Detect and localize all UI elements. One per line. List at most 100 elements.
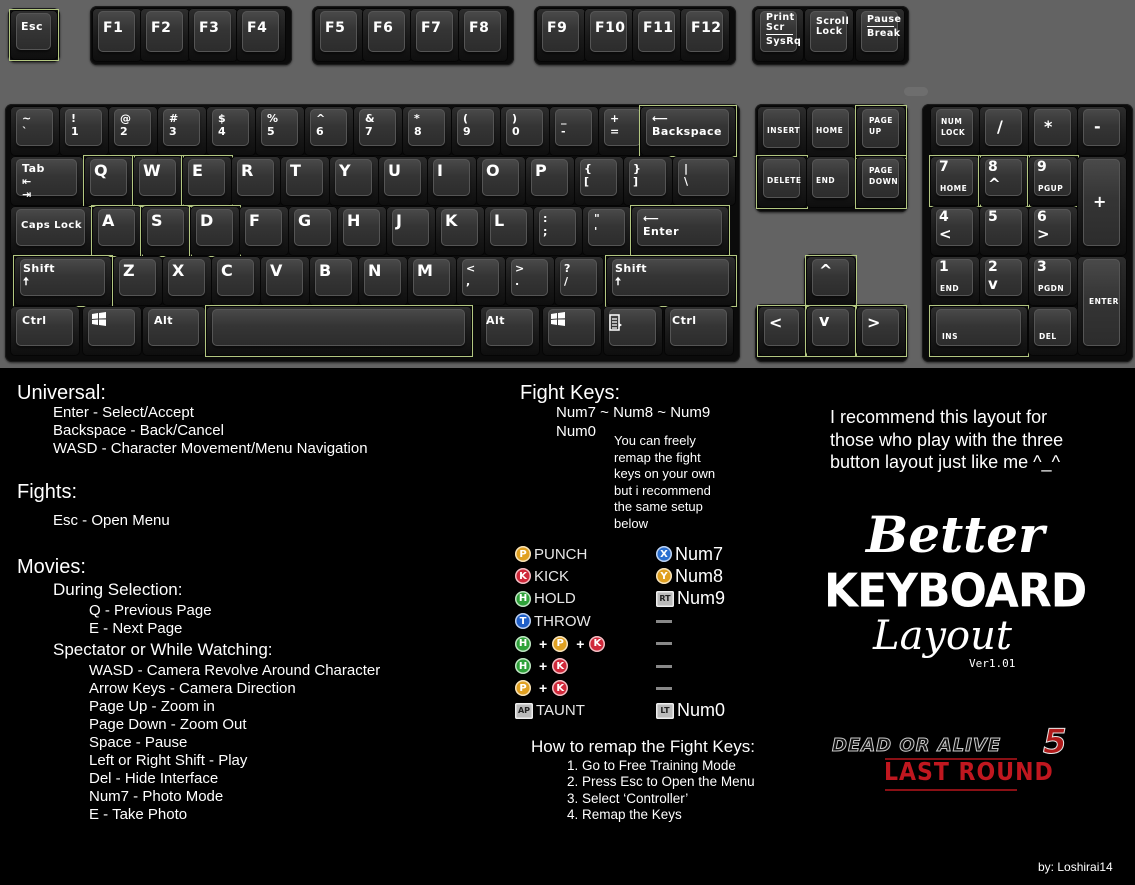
key-o[interactable]: O [476,156,526,206]
key-np1[interactable]: 1 END [930,256,980,306]
key-np_enter[interactable]: ENTER [1077,256,1127,356]
key-p[interactable]: P [525,156,575,206]
key-c[interactable]: C [211,256,261,306]
key-end[interactable]: END [806,156,856,208]
key-up[interactable]: ^ [806,256,856,306]
key-3[interactable]: # 3 [157,106,207,156]
key-np9[interactable]: 9 PGUP [1028,156,1078,206]
key-2[interactable]: @ 2 [108,106,158,156]
key-home[interactable]: HOME [806,106,856,158]
key-esc[interactable]: Esc [10,10,58,60]
key-h[interactable]: H [337,206,387,256]
key-f4[interactable]: F4 [236,8,286,62]
key-lctrl[interactable]: Ctrl [10,306,80,356]
key-np4[interactable]: 4 < [930,206,980,256]
key-np_sub[interactable]: - [1077,106,1127,156]
key-np3[interactable]: 3 PGDN [1028,256,1078,306]
key-lbracket[interactable]: { [ [574,156,624,206]
key-f1[interactable]: F1 [92,8,142,62]
key-np_mul[interactable]: * [1028,106,1078,156]
key-f[interactable]: F [239,206,289,256]
key-rshift[interactable]: Shift 🠅 [606,256,736,306]
key-right[interactable]: > [856,306,906,356]
key-np6[interactable]: 6 > [1028,206,1078,256]
key-np_div[interactable]: / [979,106,1029,156]
key-backspace[interactable]: ⟵ Backspace [640,106,736,156]
key-q[interactable]: Q [84,156,134,206]
key-quote[interactable]: " ' [582,206,632,256]
key-r[interactable]: R [231,156,281,206]
key-l[interactable]: L [484,206,534,256]
key-a[interactable]: A [92,206,142,256]
key-b[interactable]: B [309,256,359,306]
key-np7[interactable]: 7 HOME [930,156,980,206]
key-enter[interactable]: ⟵ Enter [631,206,729,256]
key-f8[interactable]: F8 [458,8,508,62]
key-8[interactable]: * 8 [402,106,452,156]
key-t[interactable]: T [280,156,330,206]
key-np_add[interactable]: + [1077,156,1127,256]
key-f7[interactable]: F7 [410,8,460,62]
key-k[interactable]: K [435,206,485,256]
key-np0[interactable]: INS [930,306,1028,356]
key-1[interactable]: ! 1 [59,106,109,156]
key-w[interactable]: W [133,156,183,206]
key-backtick[interactable]: ~ ` [10,106,60,156]
key-n[interactable]: N [358,256,408,306]
key-down[interactable]: v [806,306,856,356]
key-left[interactable]: < [758,306,806,356]
key-5[interactable]: % 5 [255,106,305,156]
key-j[interactable]: J [386,206,436,256]
key-f10[interactable]: F10 [584,8,634,62]
key-slash[interactable]: ? / [554,256,604,306]
key-np5[interactable]: 5 [979,206,1029,256]
key-e[interactable]: E [182,156,232,206]
key-numlock[interactable]: NUM LOCK [930,106,980,156]
key-g[interactable]: G [288,206,338,256]
key-f3[interactable]: F3 [188,8,238,62]
key-s[interactable]: S [141,206,191,256]
key-lalt[interactable]: Alt [142,306,206,356]
key-insert[interactable]: INSERT [757,106,807,158]
key-d[interactable]: D [190,206,240,256]
key-y[interactable]: Y [329,156,379,206]
key-x[interactable]: X [162,256,212,306]
key-space[interactable] [206,306,472,356]
key-z[interactable]: Z [113,256,163,306]
key-pageup[interactable]: PAGE UP [856,106,906,158]
key-np8[interactable]: 8 ^ [979,156,1029,206]
key-6[interactable]: ^ 6 [304,106,354,156]
key-f12[interactable]: F12 [680,8,730,62]
key-semicolon[interactable]: : ; [533,206,583,256]
key-comma[interactable]: < , [456,256,506,306]
key-f11[interactable]: F11 [632,8,682,62]
key-v[interactable]: V [260,256,310,306]
key-7[interactable]: & 7 [353,106,403,156]
key-4[interactable]: $ 4 [206,106,256,156]
key-f9[interactable]: F9 [536,8,586,62]
key-menu[interactable] [603,306,663,356]
key-ralt[interactable]: Alt [480,306,540,356]
key-f6[interactable]: F6 [362,8,412,62]
key-0[interactable]: ) 0 [500,106,550,156]
key-9[interactable]: ( 9 [451,106,501,156]
key-printscr[interactable]: Print Scr SysRq [754,8,804,62]
key-rbracket[interactable]: } ] [623,156,673,206]
key-i[interactable]: I [427,156,477,206]
key-f2[interactable]: F2 [140,8,190,62]
key-delete[interactable]: DELETE [757,156,807,208]
key-capslock[interactable]: Caps Lock [10,206,92,256]
key-np2[interactable]: 2v [979,256,1029,306]
key-period[interactable]: > . [505,256,555,306]
key-scrolllock[interactable]: Scroll Lock [804,8,854,62]
key-pagedown[interactable]: PAGE DOWN [856,156,906,208]
key-np_dot[interactable]: DEL [1028,306,1078,356]
key-lwin[interactable] [82,306,142,356]
key-tab[interactable]: Tab ⇤ ⇥ [10,156,84,206]
key-pause[interactable]: Pause Break [855,8,905,62]
key-u[interactable]: U [378,156,428,206]
key-f5[interactable]: F5 [314,8,364,62]
key-lshift[interactable]: Shift 🠅 [14,256,112,306]
key-rctrl[interactable]: Ctrl [664,306,734,356]
key-m[interactable]: M [407,256,457,306]
